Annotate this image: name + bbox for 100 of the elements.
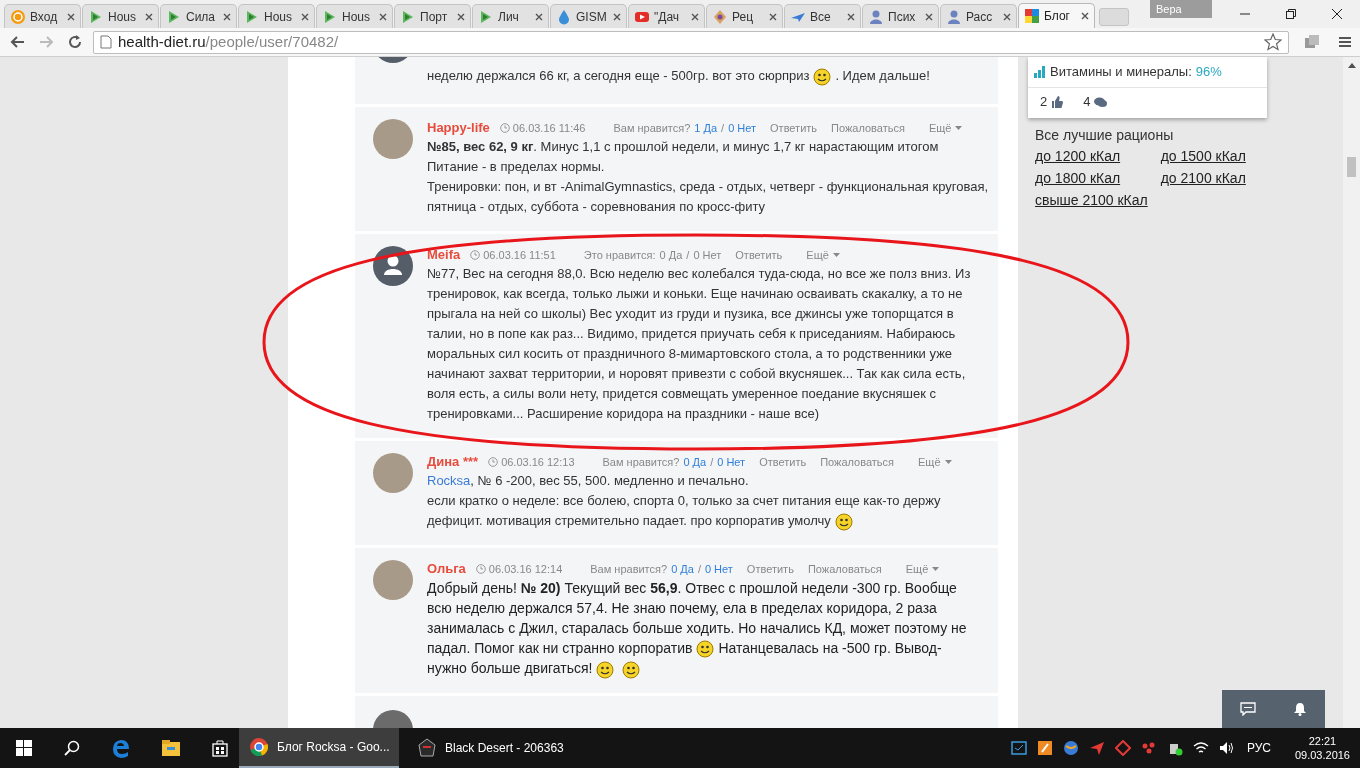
- chrome-browser-icon: [249, 737, 269, 757]
- browser-tab[interactable]: Рец: [706, 4, 783, 28]
- ration-link[interactable]: до 2100 кКал: [1160, 167, 1246, 189]
- author-link[interactable]: Ольга: [427, 559, 466, 579]
- vote-no-link[interactable]: 0 Нет: [728, 119, 757, 137]
- shopping-bag-icon[interactable]: [211, 739, 229, 757]
- comment-text: тренировками... Расширение коридора на праздники - наше все): [427, 406, 819, 421]
- address-bar[interactable]: health-diet.ru/people/user/70482/: [93, 30, 1289, 54]
- comment-text: если кратко о неделе: все болею, спорта 0, только за счет питания еще как-то держу: [427, 493, 941, 508]
- browser-tab[interactable]: Лич: [472, 4, 549, 28]
- ration-link[interactable]: до 1800 кКал: [1035, 167, 1148, 189]
- comment-text: прыгала на ней со школы) Вес уходит из груди и пузика, все джинсы уже топорщатся в: [427, 306, 954, 321]
- close-icon[interactable]: [1330, 8, 1344, 20]
- browser-tab[interactable]: Hous: [238, 4, 315, 28]
- folder-icon[interactable]: [161, 739, 181, 757]
- ration-link[interactable]: до 1500 кКал: [1160, 145, 1246, 167]
- vote-yes-link[interactable]: 1 Да: [694, 119, 718, 137]
- author-link[interactable]: Meifa: [427, 245, 461, 265]
- clock-date[interactable]: 09.03.2016: [1294, 748, 1350, 762]
- vote-no-link[interactable]: 0 Нет: [717, 453, 746, 471]
- comment-text: . Идем дальше!: [835, 68, 930, 83]
- caret-icon: [944, 460, 952, 464]
- at-sign-icon: [10, 8, 26, 25]
- pen-tile-icon[interactable]: [1036, 740, 1053, 756]
- vote-no-link[interactable]: 0 Нет: [704, 560, 733, 578]
- browser-tab[interactable]: Порт: [394, 4, 471, 28]
- vote-yes-link[interactable]: 0 Да: [671, 560, 694, 578]
- comment-date: 06.03.16 12:13: [501, 454, 575, 470]
- ration-link[interactable]: до 1200 кКал: [1035, 145, 1148, 167]
- votes-label: Вам нравится?: [602, 454, 680, 470]
- comment-text: талии, но в попе как раз... Видимо, придется приучать себя к приседаниям. Набираюсь: [427, 326, 956, 341]
- bookmark-star-icon[interactable]: [1264, 33, 1282, 51]
- restore-icon[interactable]: [1284, 8, 1298, 20]
- caret-icon: [832, 253, 840, 257]
- search-icon[interactable]: [64, 740, 80, 756]
- votes-label: Это нравится:: [583, 247, 656, 263]
- ration-link[interactable]: свыше 2100 кКал: [1035, 189, 1148, 211]
- comments-icon[interactable]: [1094, 96, 1108, 108]
- message-icon[interactable]: [1010, 740, 1027, 756]
- language-indicator[interactable]: РУС: [1246, 739, 1271, 757]
- vote-yes-link[interactable]: 0 Да: [683, 453, 707, 471]
- comment-date: 06.03.16 11:51: [483, 247, 556, 263]
- browser-tab[interactable]: Сила: [160, 4, 237, 28]
- vote-separator: /: [710, 454, 714, 470]
- comment-text: №85, вес 62, 9 кг. Минус 1,1 с прошлой недели, и минус 1,7 кг нарастающим итогом: [427, 139, 939, 154]
- globe-icon[interactable]: [1062, 740, 1079, 756]
- windows-start-icon[interactable]: [16, 740, 32, 756]
- avatar-photo-placeholder: [373, 453, 413, 493]
- browser-tab[interactable]: Вход: [4, 4, 81, 28]
- comment-text: неделю держался 66 кг, а сегодня еще - 500гр. вот это сюрприз: [427, 68, 810, 83]
- browser-tab[interactable]: GISM: [550, 4, 627, 28]
- comment-text: занималась с Джил, старалась больше ходить. Но начались КД, может поэтому не: [427, 620, 967, 636]
- votes-label: Вам нравится?: [613, 120, 691, 136]
- browser-tab[interactable]: Hous: [316, 4, 393, 28]
- vote-separator: /: [697, 561, 701, 577]
- scrollbar[interactable]: [1343, 57, 1360, 728]
- colored-cube-icon: [1024, 8, 1040, 24]
- speaker-icon[interactable]: [1218, 740, 1235, 756]
- comment-text: всю неделю держался 57,4. Не знаю почему, ела в пределах коридора, 2 раза: [427, 600, 937, 616]
- smiley-icon: [596, 660, 615, 679]
- browser-tab[interactable]: Блог: [1018, 3, 1095, 28]
- browser-tab[interactable]: Расс: [940, 4, 1017, 28]
- smiley-icon: [622, 660, 641, 679]
- author-link[interactable]: Дина ***: [427, 452, 479, 472]
- bell-icon[interactable]: [1292, 702, 1307, 716]
- comment-text: пятница - отдых, суббота - соревнования по кросс-фиту: [427, 199, 766, 214]
- comment-date: 06.03.16 11:46: [512, 120, 586, 136]
- likes-count: 2: [1040, 93, 1048, 112]
- scrollbar-thumb[interactable]: [1347, 157, 1356, 177]
- three-dots-icon[interactable]: [1140, 740, 1157, 756]
- menu-icon[interactable]: [1338, 35, 1352, 49]
- back-icon[interactable]: [10, 34, 26, 50]
- edge-browser-icon[interactable]: [111, 738, 131, 758]
- browser-tab[interactable]: Все: [784, 4, 861, 28]
- comment-text: Тренировки: пон, и вт -AnimalGymnastics, среда - отдых, четверг - функциональная круговая,: [427, 179, 989, 194]
- browser-tab[interactable]: Hous: [82, 4, 159, 28]
- vitamins-value: 96%: [1195, 63, 1222, 82]
- extension-icon[interactable]: [1303, 34, 1321, 50]
- reload-icon[interactable]: [67, 34, 83, 50]
- author-link[interactable]: Happy-life: [427, 118, 490, 138]
- paper-plane-icon[interactable]: [1088, 740, 1105, 756]
- default-avatar-icon: [373, 246, 413, 286]
- person-icon: [946, 8, 962, 25]
- comment-text: воля есть, а силы воли нету, придется совмещать умеренное поедание вкусняшек с: [427, 386, 937, 401]
- diamond-outline-icon[interactable]: [1114, 740, 1131, 756]
- browser-tab[interactable]: "Дач: [628, 4, 705, 28]
- comment-text: дефицит. мотивация стремительно падает. про корпоратив умолчу: [427, 513, 831, 528]
- vitamins-label: Витамины и минералы:: [1050, 63, 1192, 82]
- smiley-icon: [813, 67, 832, 86]
- comment-text: моральных сил косить от праздничного 8-мимартовского стола, а то родственники уже: [427, 346, 953, 361]
- clock-icon: [488, 457, 499, 467]
- thumbs-up-icon[interactable]: [1051, 96, 1064, 108]
- close-icon[interactable]: [1081, 12, 1089, 20]
- clock-time[interactable]: 22:21: [1308, 734, 1337, 748]
- comment-text: , № 6 -200, вес 55, 500. медленно и печально.: [470, 473, 749, 488]
- clock-icon: [475, 564, 486, 574]
- scroll-up-icon[interactable]: [1347, 63, 1356, 68]
- taskbar-app-button[interactable]: Блог Rocksa - Goo...: [239, 728, 399, 768]
- chat-icon[interactable]: [1240, 702, 1257, 716]
- browser-tab[interactable]: Псих: [862, 4, 939, 28]
